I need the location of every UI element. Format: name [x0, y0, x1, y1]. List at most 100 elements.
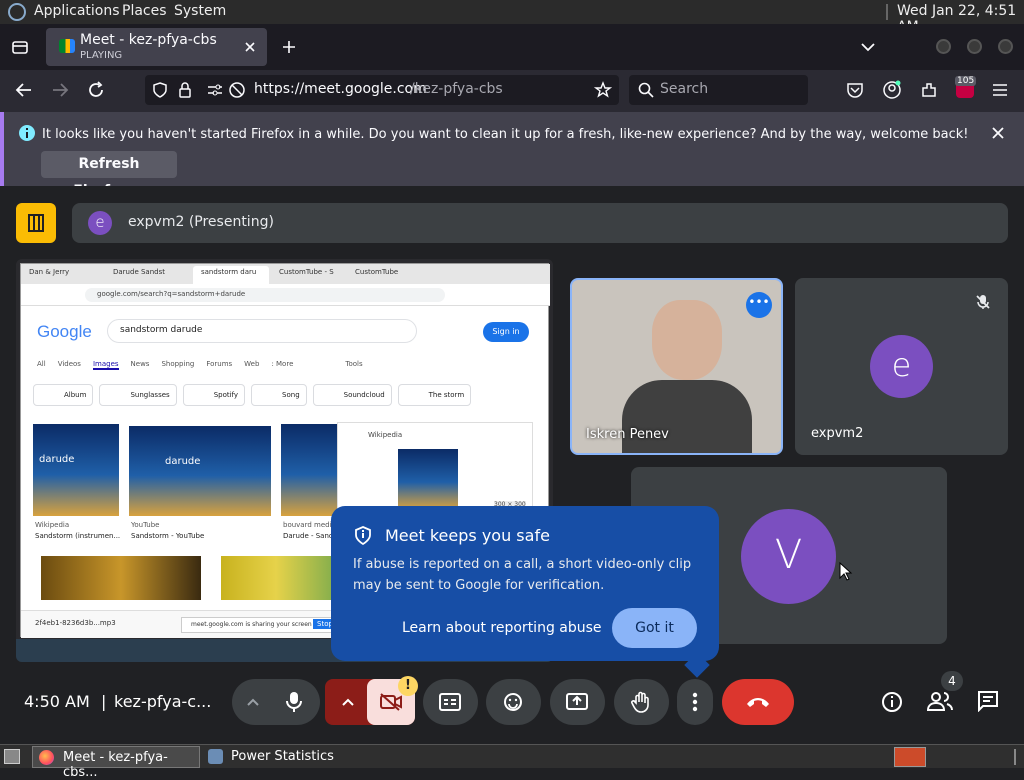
download-item: 2f4eb1-8236d3b...mp3 [35, 619, 116, 627]
presenter-avatar: e [88, 211, 112, 235]
chevron-up-icon[interactable] [246, 695, 260, 709]
pocket-icon[interactable] [846, 81, 864, 99]
filter-item: Shopping [161, 360, 195, 368]
url-host: https://meet.google.com [254, 81, 427, 97]
safety-tooltip: Meet keeps you safe If abuse is reported… [331, 506, 719, 661]
chat-icon[interactable] [977, 690, 999, 712]
applications-menu[interactable]: Applications [34, 3, 120, 19]
reload-icon[interactable] [86, 80, 106, 100]
autoplay-blocked-icon[interactable] [228, 81, 246, 99]
filter-item: All [37, 360, 46, 368]
chip: Spotify [182, 384, 246, 406]
meeting-time: 4:50 AM [24, 692, 90, 711]
art-text: darude [39, 454, 75, 465]
lock-icon[interactable] [178, 81, 192, 99]
hamburger-menu-icon[interactable] [991, 81, 1009, 99]
result-source: Wikipedia [35, 521, 70, 529]
meeting-info-icon[interactable] [881, 691, 903, 713]
extensions-icon[interactable] [919, 80, 939, 100]
search-icon [638, 82, 654, 98]
maximize-button[interactable] [967, 39, 982, 54]
power-statistics-icon [208, 749, 223, 764]
side-panel-image [398, 449, 458, 509]
google-signin-button: Sign in [483, 322, 529, 342]
present-button[interactable] [550, 679, 605, 725]
people-icon[interactable] [927, 690, 953, 712]
mic-icon[interactable] [284, 691, 304, 713]
chip: The storm [397, 384, 472, 406]
permissions-icon[interactable] [206, 82, 224, 98]
shared-url: google.com/search?q=sandstorm+darude [97, 290, 246, 298]
filter-item: Web [244, 360, 260, 368]
meet-favicon-icon [59, 39, 75, 53]
result-source: bouvard media [283, 521, 336, 529]
show-desktop-icon[interactable] [4, 749, 20, 764]
back-icon[interactable] [14, 81, 34, 99]
more-options-button[interactable] [677, 679, 713, 725]
bookmark-star-icon[interactable] [594, 81, 612, 99]
close-tab-icon[interactable] [243, 40, 257, 54]
shared-tab: Dan & Jerry [29, 268, 70, 276]
filter-item: Tools [345, 360, 363, 368]
taskbar-item-firefox[interactable]: Meet - kez-pfya-cbs... [32, 746, 200, 780]
participant-tile[interactable]: ••• Iskren Penev [570, 278, 783, 455]
result-title: Sandstorm (instrumen... [35, 532, 121, 540]
shield-icon[interactable] [152, 81, 168, 99]
hand-icon [631, 691, 649, 713]
search-placeholder: Search [660, 81, 709, 97]
participant-tile[interactable]: e expvm2 [795, 278, 1008, 455]
filter-item: Videos [57, 360, 81, 368]
panel-divider [886, 4, 888, 20]
taskbar-item-label: Meet - kez-pfya-cbs... [63, 750, 168, 780]
captions-icon [439, 693, 461, 711]
tab-title: Meet - kez-pfya-cbs [80, 32, 217, 48]
chevron-up-icon[interactable] [341, 695, 355, 709]
gnome-logo-icon [8, 3, 26, 21]
raise-hand-button[interactable] [614, 679, 669, 725]
close-notification-icon[interactable] [991, 126, 1005, 140]
art-text: darude [165, 456, 201, 467]
shared-tab: Darude Sandst [113, 268, 165, 276]
side-panel-source: Wikipedia [368, 431, 403, 439]
search-bar[interactable]: Search [629, 75, 808, 105]
learn-reporting-link[interactable]: Learn about reporting abuse [402, 620, 602, 636]
result-thumbnail [281, 424, 337, 516]
refresh-firefox-button[interactable]: Refresh Firefox... [41, 151, 177, 199]
workspace-switcher[interactable] [894, 747, 926, 767]
google-logo: Google [37, 322, 92, 341]
top-panel: Applications Places System Wed Jan 22, 4… [0, 0, 1024, 35]
door-icon [28, 214, 44, 232]
chip: Album [33, 384, 94, 406]
mic-off-icon [976, 295, 990, 309]
chevron-down-icon[interactable] [860, 40, 876, 54]
presenting-label: expvm2 (Presenting) [128, 214, 274, 230]
google-search-box: sandstorm darude [107, 319, 417, 343]
emoji-button[interactable] [486, 679, 541, 725]
url-bar[interactable]: https://meet.google.com /kez-pfya-cbs [145, 75, 619, 105]
leave-call-button[interactable] [722, 679, 794, 725]
activities-button[interactable] [16, 203, 56, 243]
account-icon[interactable] [882, 80, 902, 100]
minimize-button[interactable] [936, 39, 951, 54]
more-options-icon[interactable]: ••• [746, 292, 772, 318]
close-window-button[interactable] [998, 39, 1013, 54]
shared-tab-strip: Dan & Jerry Darude Sandst sandstorm daru… [21, 264, 550, 284]
tab-list-icon[interactable] [11, 38, 29, 56]
shared-tab: sandstorm daru [201, 268, 257, 276]
new-tab-icon[interactable] [281, 39, 297, 55]
meeting-separator: | [101, 692, 107, 711]
presenting-bar: e expvm2 (Presenting) [72, 203, 1008, 243]
system-menu[interactable]: System [174, 3, 226, 19]
mouse-cursor-icon [839, 562, 853, 581]
captions-button[interactable] [423, 679, 478, 725]
taskbar-item-power[interactable]: Power Statistics [204, 746, 384, 768]
places-menu[interactable]: Places [122, 3, 167, 19]
forward-icon[interactable] [50, 81, 70, 99]
got-it-button[interactable]: Got it [612, 608, 697, 648]
taskbar-divider [1014, 749, 1016, 765]
tab-meet[interactable]: Meet - kez-pfya-cbs PLAYING [46, 28, 267, 66]
shared-tab: CustomTube - S [279, 268, 334, 276]
participant-name: expvm2 [811, 426, 864, 441]
tooltip-title: Meet keeps you safe [385, 526, 550, 545]
google-query: sandstorm darude [120, 325, 203, 335]
